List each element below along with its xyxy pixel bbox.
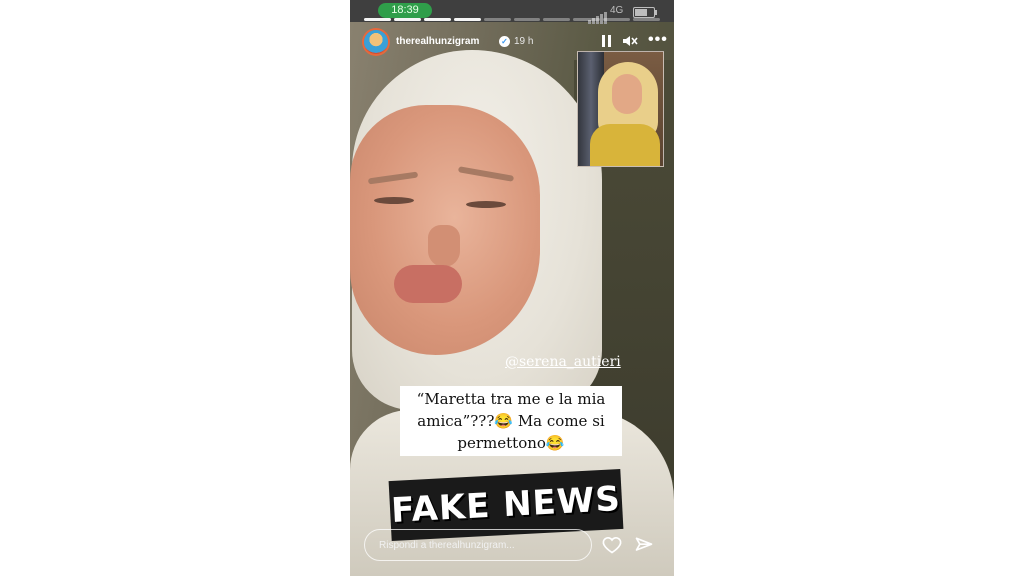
progress-segment	[543, 18, 571, 21]
caption-line: amica”???😂 Ma come si	[417, 412, 605, 430]
progress-segment	[393, 18, 421, 21]
progress-segment	[483, 18, 511, 21]
right-brow	[457, 166, 515, 182]
left-brow	[367, 171, 419, 185]
inset-jacket	[590, 124, 660, 166]
story-progress	[364, 18, 661, 21]
progress-segment	[573, 18, 601, 21]
nose	[428, 225, 460, 267]
lips	[394, 265, 462, 303]
progress-segment	[453, 18, 481, 21]
pause-icon[interactable]	[600, 34, 612, 48]
signal-icon	[588, 6, 608, 24]
verified-badge-icon: ✓	[499, 36, 510, 47]
caption-line: “Maretta tra me e la mia	[416, 390, 606, 408]
send-icon[interactable]	[634, 535, 654, 555]
mention-tag[interactable]: @serena_autieri	[505, 354, 621, 370]
heart-icon[interactable]	[602, 535, 622, 555]
story-time: 19 h	[514, 36, 534, 47]
avatar[interactable]	[364, 30, 388, 54]
progress-segment	[633, 18, 661, 21]
face-photo	[350, 105, 540, 355]
progress-segment	[603, 18, 631, 21]
more-icon[interactable]: •••	[648, 32, 668, 48]
progress-segment	[364, 18, 391, 21]
inset-face	[612, 74, 642, 114]
inset-photo	[577, 51, 664, 167]
battery-icon	[633, 7, 657, 18]
progress-segment	[513, 18, 541, 21]
story-username[interactable]: therealhunzigram	[396, 36, 479, 47]
reply-input[interactable]	[365, 530, 591, 560]
story-header: therealhunzigram ✓ 19 h •••	[364, 30, 667, 58]
caption-line: permettono😂	[457, 434, 565, 452]
story-viewer[interactable]: 18:39 4G therealhunzigram ✓ 19 h ••• @se…	[350, 0, 674, 576]
left-eye	[374, 197, 414, 204]
caption-text: “Maretta tra me e la mia amica”???😂 Ma c…	[400, 386, 622, 456]
network-label: 4G	[610, 5, 624, 16]
progress-segment	[423, 18, 451, 21]
mute-icon[interactable]	[622, 34, 638, 48]
right-eye	[466, 201, 506, 208]
reply-field[interactable]	[364, 529, 592, 561]
status-time: 18:39	[378, 3, 432, 18]
